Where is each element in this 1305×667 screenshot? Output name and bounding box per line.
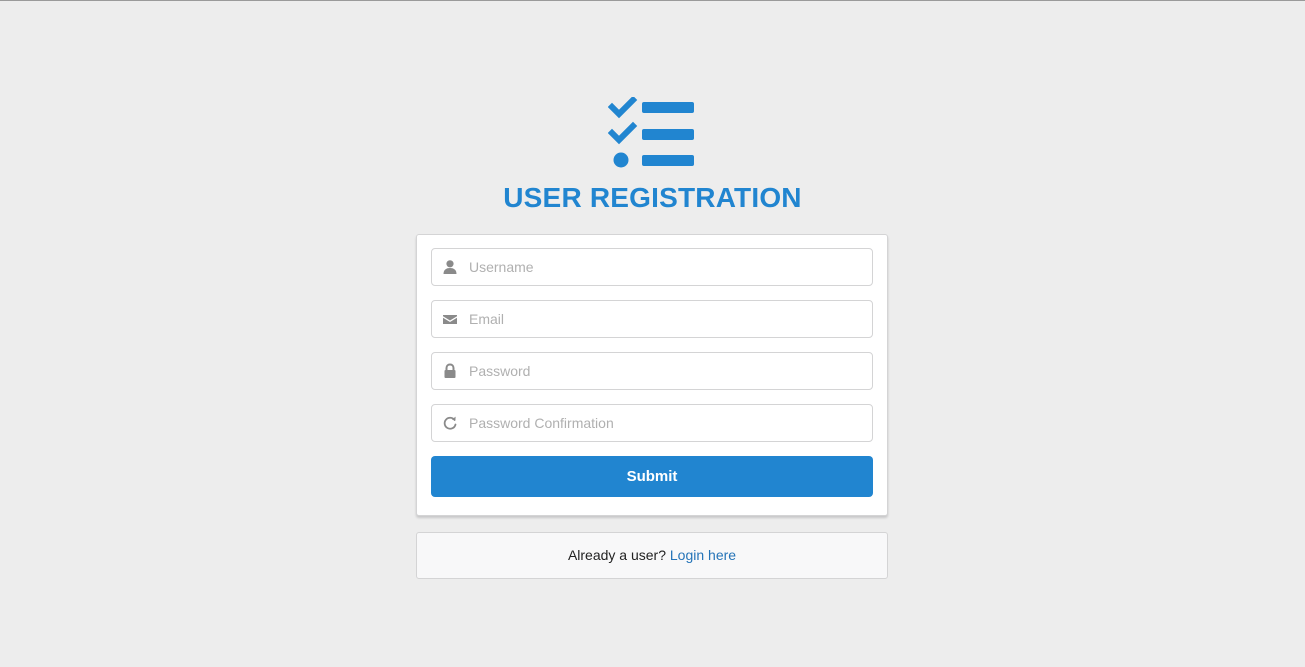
email-input[interactable] bbox=[469, 301, 864, 337]
login-link[interactable]: Login here bbox=[670, 547, 736, 563]
email-field[interactable] bbox=[431, 300, 873, 338]
lock-icon bbox=[444, 363, 456, 378]
user-icon bbox=[443, 260, 457, 274]
username-input[interactable] bbox=[469, 249, 864, 285]
password-confirmation-field[interactable] bbox=[431, 404, 873, 442]
envelope-icon bbox=[443, 315, 457, 324]
password-confirmation-input[interactable] bbox=[469, 405, 864, 441]
tasks-checklist-icon bbox=[608, 97, 694, 168]
page-title: USER REGISTRATION bbox=[503, 182, 802, 213]
registration-form: Submit bbox=[416, 234, 888, 516]
password-field[interactable] bbox=[431, 352, 873, 390]
username-field[interactable] bbox=[431, 248, 873, 286]
redo-icon bbox=[443, 416, 457, 430]
password-input[interactable] bbox=[469, 353, 864, 389]
login-prompt-text: Already a user? bbox=[567, 547, 666, 563]
submit-button[interactable]: Submit bbox=[431, 456, 873, 497]
login-message: Already a user? Login here bbox=[416, 532, 888, 579]
